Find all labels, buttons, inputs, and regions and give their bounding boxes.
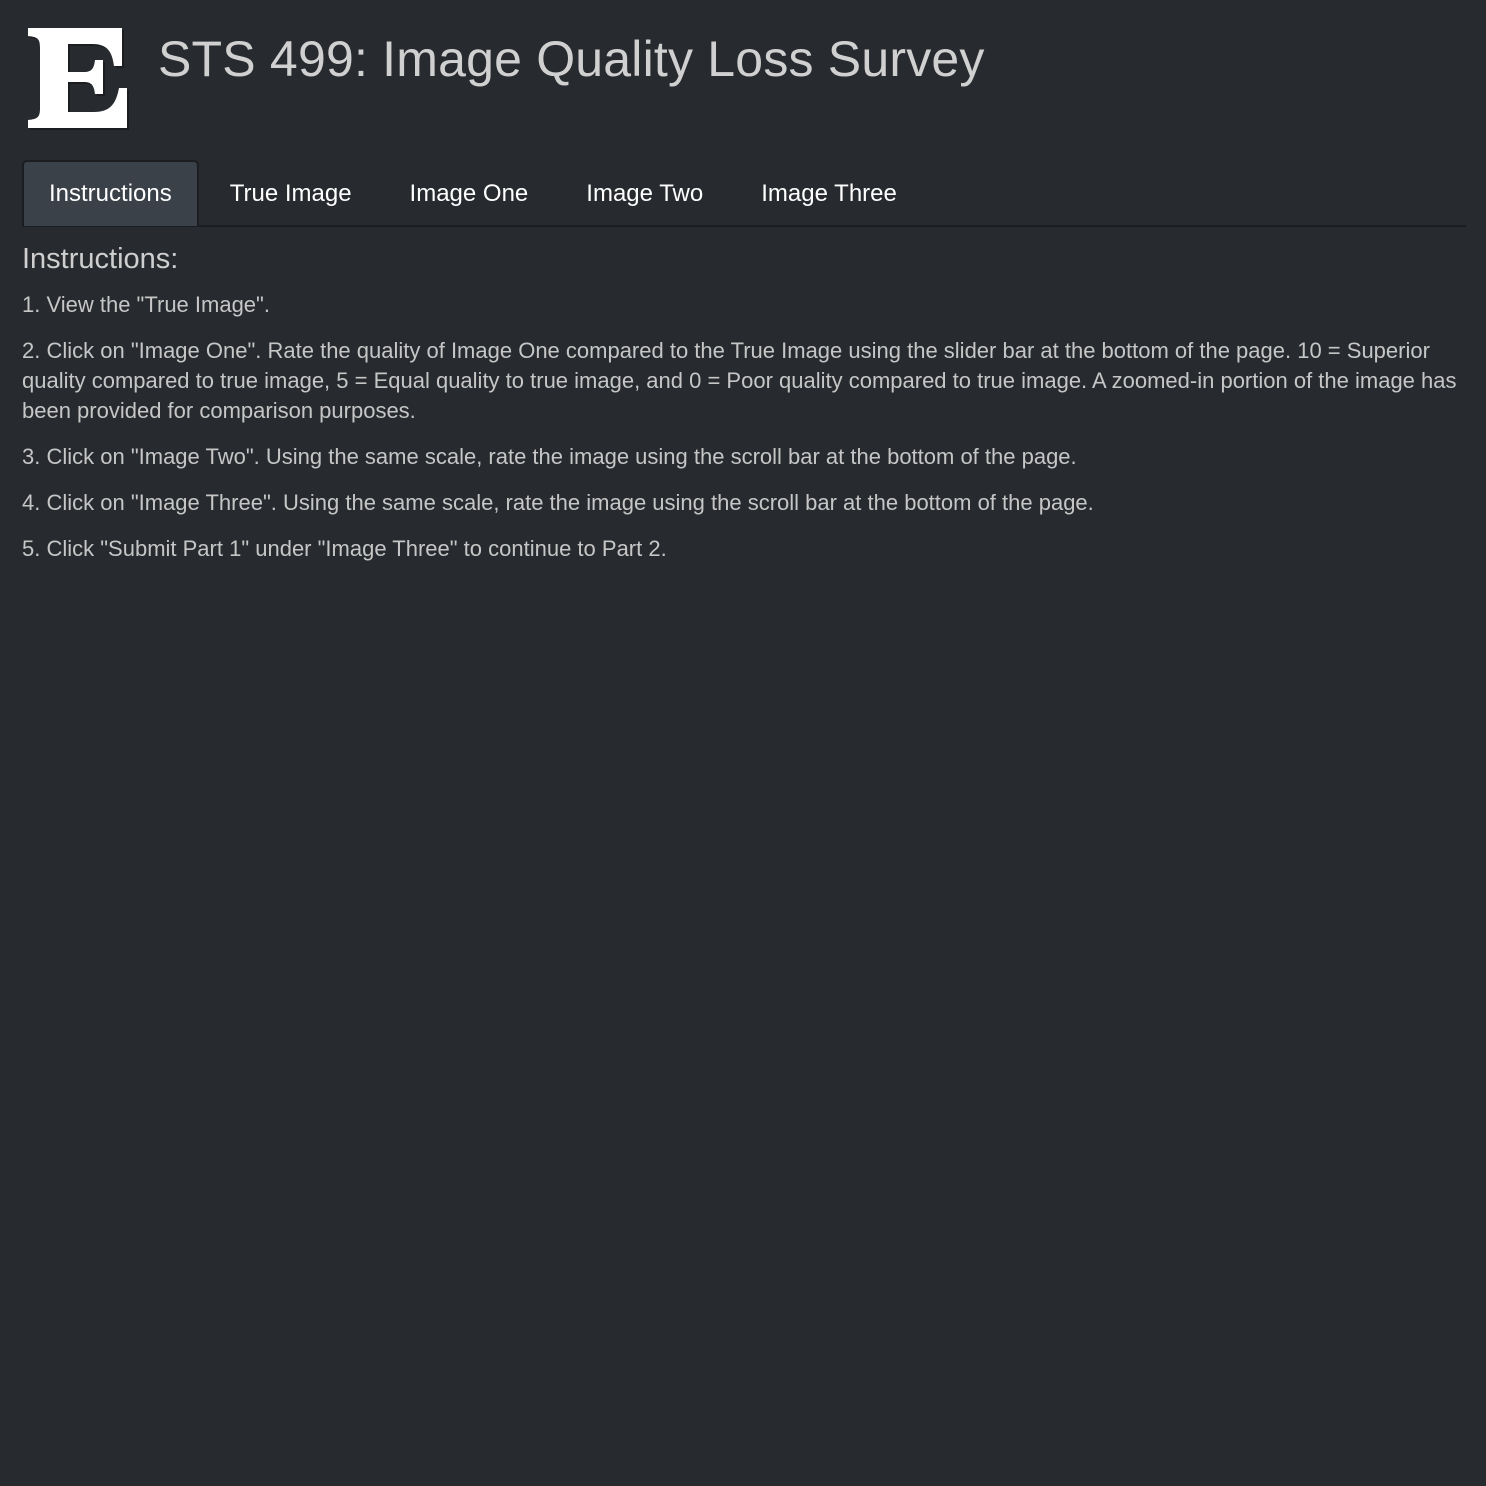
page-title: STS 499: Image Quality Loss Survey — [158, 31, 985, 87]
instruction-step-5: 5. Click "Submit Part 1" under "Image Th… — [22, 536, 667, 561]
page-header: STS 499: Image Quality Loss Survey — [22, 22, 1464, 134]
tab-image-three[interactable]: Image Three — [734, 160, 924, 226]
instructions-panel: Instructions: 1. View the "True Image". … — [22, 240, 1462, 580]
tab-image-two[interactable]: Image Two — [559, 160, 730, 226]
instruction-step-4: 4. Click on "Image Three". Using the sam… — [22, 490, 1094, 515]
tab-bar: Instructions True Image Image One Image … — [22, 160, 1466, 227]
instructions-heading: Instructions: — [22, 243, 179, 275]
university-e-logo — [28, 28, 129, 130]
tab-true-image[interactable]: True Image — [203, 160, 379, 226]
tab-image-one[interactable]: Image One — [383, 160, 556, 226]
instruction-step-1: 1. View the "True Image". — [22, 292, 270, 317]
instruction-step-2: 2. Click on "Image One". Rate the qualit… — [22, 338, 1457, 423]
instruction-step-3: 3. Click on "Image Two". Using the same … — [22, 444, 1077, 469]
tab-instructions[interactable]: Instructions — [22, 160, 199, 226]
